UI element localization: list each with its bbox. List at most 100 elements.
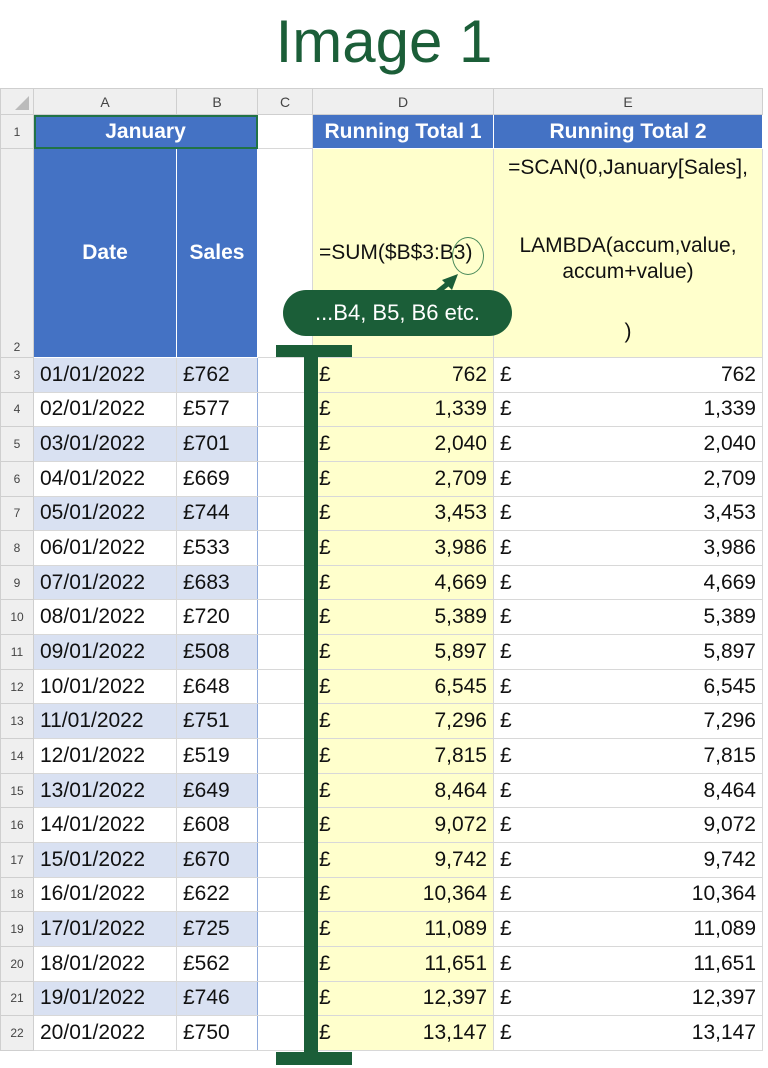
- sales-cell[interactable]: £562: [176, 945, 258, 982]
- cell-d1-running-total-1[interactable]: Running Total 1: [312, 114, 494, 149]
- sales-cell[interactable]: £608: [176, 807, 258, 843]
- running-total-1-cell[interactable]: £9,742: [312, 841, 494, 878]
- date-cell[interactable]: 08/01/2022: [33, 599, 177, 636]
- row-header[interactable]: 10: [0, 599, 34, 636]
- date-cell[interactable]: 14/01/2022: [33, 807, 177, 843]
- date-cell[interactable]: 20/01/2022: [33, 1015, 177, 1051]
- running-total-1-cell[interactable]: £10,364: [312, 876, 494, 913]
- sales-cell[interactable]: £746: [176, 980, 258, 1017]
- running-total-1-cell[interactable]: £5,389: [312, 599, 494, 636]
- date-cell[interactable]: 03/01/2022: [33, 426, 177, 462]
- date-cell[interactable]: 17/01/2022: [33, 911, 177, 947]
- column-header-c[interactable]: C: [257, 88, 313, 115]
- running-total-2-cell[interactable]: £9,742: [493, 841, 763, 878]
- running-total-2-cell[interactable]: £7,815: [493, 738, 763, 774]
- column-header-b[interactable]: B: [176, 88, 258, 115]
- running-total-2-cell[interactable]: £6,545: [493, 668, 763, 705]
- running-total-1-cell[interactable]: £1,339: [312, 391, 494, 428]
- row-header[interactable]: 20: [0, 945, 34, 982]
- date-cell[interactable]: 05/01/2022: [33, 495, 177, 532]
- row-header-2[interactable]: 2: [0, 148, 34, 358]
- running-total-2-cell[interactable]: £13,147: [493, 1015, 763, 1051]
- running-total-2-cell[interactable]: £762: [493, 357, 763, 393]
- row-header[interactable]: 21: [0, 980, 34, 1017]
- sales-cell[interactable]: £648: [176, 668, 258, 705]
- date-cell[interactable]: 15/01/2022: [33, 841, 177, 878]
- row-header[interactable]: 12: [0, 668, 34, 705]
- sales-cell[interactable]: £750: [176, 1015, 258, 1051]
- sales-cell[interactable]: £519: [176, 738, 258, 774]
- row-header[interactable]: 18: [0, 876, 34, 913]
- running-total-2-cell[interactable]: £11,651: [493, 945, 763, 982]
- running-total-2-cell[interactable]: £3,453: [493, 495, 763, 532]
- row-header[interactable]: 14: [0, 738, 34, 774]
- running-total-2-cell[interactable]: £4,669: [493, 564, 763, 601]
- running-total-1-cell[interactable]: £13,147: [312, 1015, 494, 1051]
- row-header[interactable]: 3: [0, 357, 34, 393]
- sales-cell[interactable]: £701: [176, 426, 258, 462]
- select-all-corner[interactable]: [0, 88, 34, 115]
- date-cell[interactable]: 13/01/2022: [33, 772, 177, 809]
- running-total-1-cell[interactable]: £12,397: [312, 980, 494, 1017]
- date-cell[interactable]: 16/01/2022: [33, 876, 177, 913]
- sales-cell[interactable]: £762: [176, 357, 258, 393]
- row-header[interactable]: 19: [0, 911, 34, 947]
- sales-cell[interactable]: £720: [176, 599, 258, 636]
- running-total-2-cell[interactable]: £1,339: [493, 391, 763, 428]
- running-total-2-cell[interactable]: £5,389: [493, 599, 763, 636]
- cell-a1-january[interactable]: January: [33, 114, 258, 149]
- column-header-a[interactable]: A: [33, 88, 177, 115]
- date-cell[interactable]: 12/01/2022: [33, 738, 177, 774]
- row-header[interactable]: 11: [0, 634, 34, 670]
- sales-cell[interactable]: £649: [176, 772, 258, 809]
- running-total-1-cell[interactable]: £6,545: [312, 668, 494, 705]
- cell-e2-scan-formula[interactable]: =SCAN(0,January[Sales], LAMBDA(accum,val…: [493, 148, 763, 358]
- running-total-2-cell[interactable]: £3,986: [493, 530, 763, 566]
- date-cell[interactable]: 04/01/2022: [33, 460, 177, 497]
- row-header-1[interactable]: 1: [0, 114, 34, 149]
- date-cell[interactable]: 06/01/2022: [33, 530, 177, 566]
- running-total-2-cell[interactable]: £12,397: [493, 980, 763, 1017]
- row-header[interactable]: 16: [0, 807, 34, 843]
- row-header[interactable]: 6: [0, 460, 34, 497]
- cell-a2-date-header[interactable]: Date: [33, 148, 177, 358]
- running-total-2-cell[interactable]: £11,089: [493, 911, 763, 947]
- running-total-1-cell[interactable]: £11,651: [312, 945, 494, 982]
- sales-cell[interactable]: £683: [176, 564, 258, 601]
- row-header[interactable]: 9: [0, 564, 34, 601]
- sales-cell[interactable]: £725: [176, 911, 258, 947]
- running-total-2-cell[interactable]: £5,897: [493, 634, 763, 670]
- running-total-2-cell[interactable]: £10,364: [493, 876, 763, 913]
- column-header-d[interactable]: D: [312, 88, 494, 115]
- row-header[interactable]: 8: [0, 530, 34, 566]
- running-total-1-cell[interactable]: £762: [312, 357, 494, 393]
- date-cell[interactable]: 19/01/2022: [33, 980, 177, 1017]
- row-header[interactable]: 5: [0, 426, 34, 462]
- sales-cell[interactable]: £670: [176, 841, 258, 878]
- date-cell[interactable]: 07/01/2022: [33, 564, 177, 601]
- row-header[interactable]: 13: [0, 703, 34, 740]
- running-total-1-cell[interactable]: £3,453: [312, 495, 494, 532]
- sales-cell[interactable]: £533: [176, 530, 258, 566]
- running-total-1-cell[interactable]: £3,986: [312, 530, 494, 566]
- date-cell[interactable]: 18/01/2022: [33, 945, 177, 982]
- running-total-1-cell[interactable]: £4,669: [312, 564, 494, 601]
- sales-cell[interactable]: £744: [176, 495, 258, 532]
- cell-c1[interactable]: [257, 114, 313, 149]
- running-total-2-cell[interactable]: £9,072: [493, 807, 763, 843]
- cell-b2-sales-header[interactable]: Sales: [176, 148, 258, 358]
- running-total-1-cell[interactable]: £2,040: [312, 426, 494, 462]
- running-total-2-cell[interactable]: £2,040: [493, 426, 763, 462]
- date-cell[interactable]: 02/01/2022: [33, 391, 177, 428]
- row-header[interactable]: 22: [0, 1015, 34, 1051]
- sales-cell[interactable]: £622: [176, 876, 258, 913]
- running-total-1-cell[interactable]: £9,072: [312, 807, 494, 843]
- date-cell[interactable]: 01/01/2022: [33, 357, 177, 393]
- running-total-2-cell[interactable]: £7,296: [493, 703, 763, 740]
- column-header-e[interactable]: E: [493, 88, 763, 115]
- running-total-2-cell[interactable]: £8,464: [493, 772, 763, 809]
- running-total-1-cell[interactable]: £5,897: [312, 634, 494, 670]
- running-total-1-cell[interactable]: £8,464: [312, 772, 494, 809]
- sales-cell[interactable]: £577: [176, 391, 258, 428]
- date-cell[interactable]: 11/01/2022: [33, 703, 177, 740]
